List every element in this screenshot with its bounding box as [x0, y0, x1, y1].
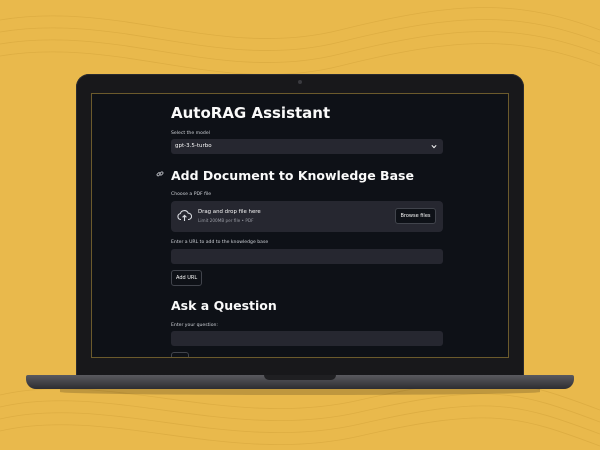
- pdf-file-label: Choose a PDF file: [171, 192, 212, 197]
- dropzone-limit-text: Limit 200MB per file • PDF: [198, 218, 254, 223]
- link-icon[interactable]: [156, 170, 164, 178]
- chevron-down-icon: [431, 144, 437, 149]
- add-document-heading: Add Document to Knowledge Base: [171, 168, 414, 183]
- add-url-button[interactable]: Add URL: [171, 270, 203, 286]
- cloud-upload-icon: [177, 210, 192, 221]
- question-field-label: Enter your question:: [171, 323, 218, 328]
- submit-button-partial[interactable]: [171, 352, 189, 357]
- file-dropzone[interactable]: Drag and drop file here Limit 200MB per …: [171, 201, 443, 232]
- question-input[interactable]: [171, 331, 443, 346]
- browse-files-button[interactable]: Browse files: [395, 208, 436, 224]
- url-input[interactable]: [171, 249, 443, 264]
- page-title: AutoRAG Assistant: [171, 104, 331, 122]
- ask-question-heading: Ask a Question: [171, 298, 277, 313]
- model-select[interactable]: gpt-3.5-turbo: [171, 139, 443, 154]
- dropzone-instructions: Drag and drop file here: [198, 209, 261, 215]
- model-select-value: gpt-3.5-turbo: [175, 143, 212, 149]
- laptop-base: [26, 375, 574, 389]
- model-select-label: Select the model: [171, 131, 210, 136]
- laptop-opening-notch: [264, 375, 336, 380]
- laptop-shadow: [60, 389, 540, 395]
- camera-dot: [298, 80, 302, 84]
- url-field-label: Enter a URL to add to the knowledge base: [171, 240, 269, 245]
- laptop-screen: AutoRAG Assistant Select the model gpt-3…: [91, 93, 509, 358]
